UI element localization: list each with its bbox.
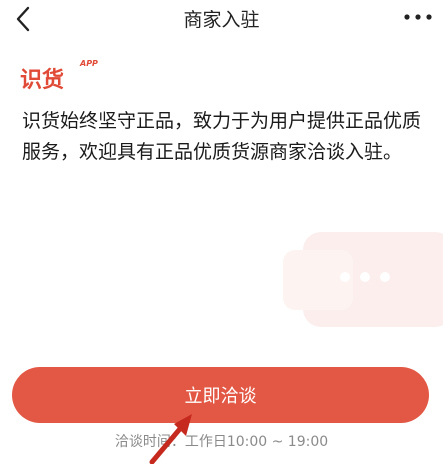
more-dots-icon xyxy=(404,14,432,20)
more-button[interactable] xyxy=(399,4,439,30)
page-title: 商家入驻 xyxy=(183,9,260,31)
brand-logo: 识货 APP xyxy=(20,59,98,93)
arrow-pointer-icon xyxy=(149,414,192,464)
nav-bar: 商家入驻 xyxy=(0,0,443,40)
negotiate-button[interactable]: 立即洽谈 xyxy=(12,367,429,423)
business-hours: 洽谈时间：工作日10:00 ~ 19:00 xyxy=(114,434,329,450)
watermark-icon xyxy=(283,232,443,327)
intro-text: 识货始终坚守正品，致力于为用户提供正品优质服务，欢迎具有正品优质货源商家洽谈入驻… xyxy=(22,110,422,163)
logo-text: 识货 xyxy=(20,68,65,93)
logo-sup: APP xyxy=(80,59,98,68)
